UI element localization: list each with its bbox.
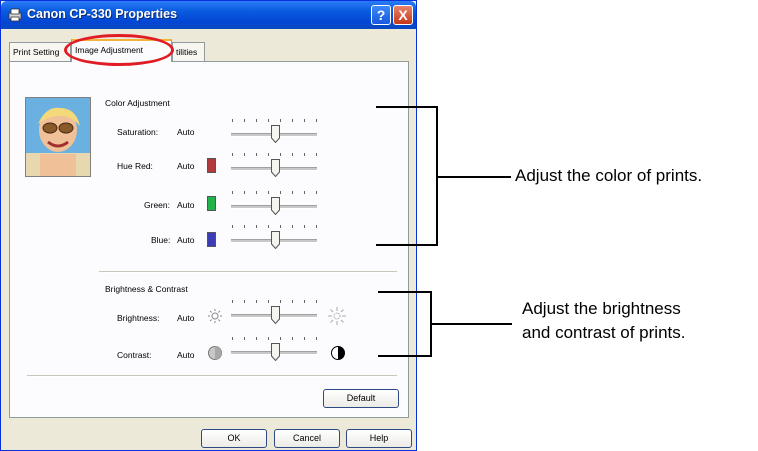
color-callout-line: [438, 176, 511, 178]
green-value: Auto: [177, 200, 195, 210]
saturation-label: Saturation:: [117, 127, 159, 137]
red-value: Auto: [177, 161, 195, 171]
blue-value: Auto: [177, 235, 195, 245]
red-slider[interactable]: [231, 153, 317, 179]
contrast-high-icon: [331, 346, 345, 360]
blue-swatch: [207, 232, 216, 247]
contrast-label: Contrast:: [117, 350, 152, 360]
hue-red-label: Hue Red:: [117, 161, 153, 171]
cancel-button[interactable]: Cancel: [274, 429, 340, 448]
tab-utilities[interactable]: tilities: [172, 42, 205, 61]
slider-ticks: [232, 337, 317, 340]
blue-slider[interactable]: [231, 225, 317, 251]
separator: [99, 271, 397, 273]
slider-ticks: [232, 225, 317, 228]
printer-icon: [8, 8, 22, 22]
slider-thumb[interactable]: [271, 231, 280, 249]
brightness-label: Brightness:: [117, 313, 160, 323]
slider-thumb[interactable]: [271, 159, 280, 177]
title-bar[interactable]: Canon CP-330 Properties ? X: [1, 1, 416, 29]
properties-dialog: Canon CP-330 Properties ? X Print Settin…: [0, 0, 417, 451]
tab-print-settings[interactable]: Print Setting: [9, 42, 71, 61]
slider-thumb[interactable]: [271, 197, 280, 215]
brightness-value: Auto: [177, 313, 195, 323]
slider-thumb[interactable]: [271, 125, 280, 143]
saturation-slider[interactable]: [231, 119, 317, 145]
green-label: Green:: [144, 200, 170, 210]
brightness-callout-line2: and contrast of prints.: [522, 323, 686, 342]
color-callout: Adjust the color of prints.: [515, 166, 703, 185]
brightness-callout-line1: Adjust the brightness: [522, 299, 681, 318]
slider-ticks: [232, 300, 317, 303]
red-swatch: [207, 158, 216, 173]
contrast-slider[interactable]: [231, 337, 317, 363]
slider-ticks: [232, 191, 317, 194]
brightness-bracket: [378, 291, 432, 357]
brightness-contrast-heading: Brightness & Contrast: [105, 284, 188, 294]
default-button[interactable]: Default: [323, 389, 399, 408]
ok-button[interactable]: OK: [201, 429, 267, 448]
green-swatch: [207, 196, 216, 211]
slider-ticks: [232, 119, 317, 122]
brightness-slider[interactable]: [231, 300, 317, 326]
contrast-low-icon: [208, 346, 222, 360]
slider-thumb[interactable]: [271, 306, 280, 324]
slider-ticks: [232, 153, 317, 156]
slider-thumb[interactable]: [271, 343, 280, 361]
sun-dim-icon: [208, 309, 222, 323]
contrast-value: Auto: [177, 350, 195, 360]
color-adjustment-heading: Color Adjustment: [105, 98, 170, 108]
window-title: Canon CP-330 Properties: [27, 7, 178, 21]
brightness-callout-line: [432, 323, 512, 325]
blue-label: Blue:: [151, 235, 171, 245]
green-slider[interactable]: [231, 191, 317, 217]
help-button[interactable]: Help: [346, 429, 412, 448]
help-title-button[interactable]: ?: [371, 5, 391, 25]
close-button[interactable]: X: [393, 5, 413, 25]
color-bracket: [376, 106, 438, 246]
saturation-value: Auto: [177, 127, 195, 137]
preview-image: [25, 97, 91, 177]
highlight-ellipse: [64, 34, 174, 66]
separator: [27, 375, 397, 377]
sun-bright-icon: [328, 307, 346, 325]
